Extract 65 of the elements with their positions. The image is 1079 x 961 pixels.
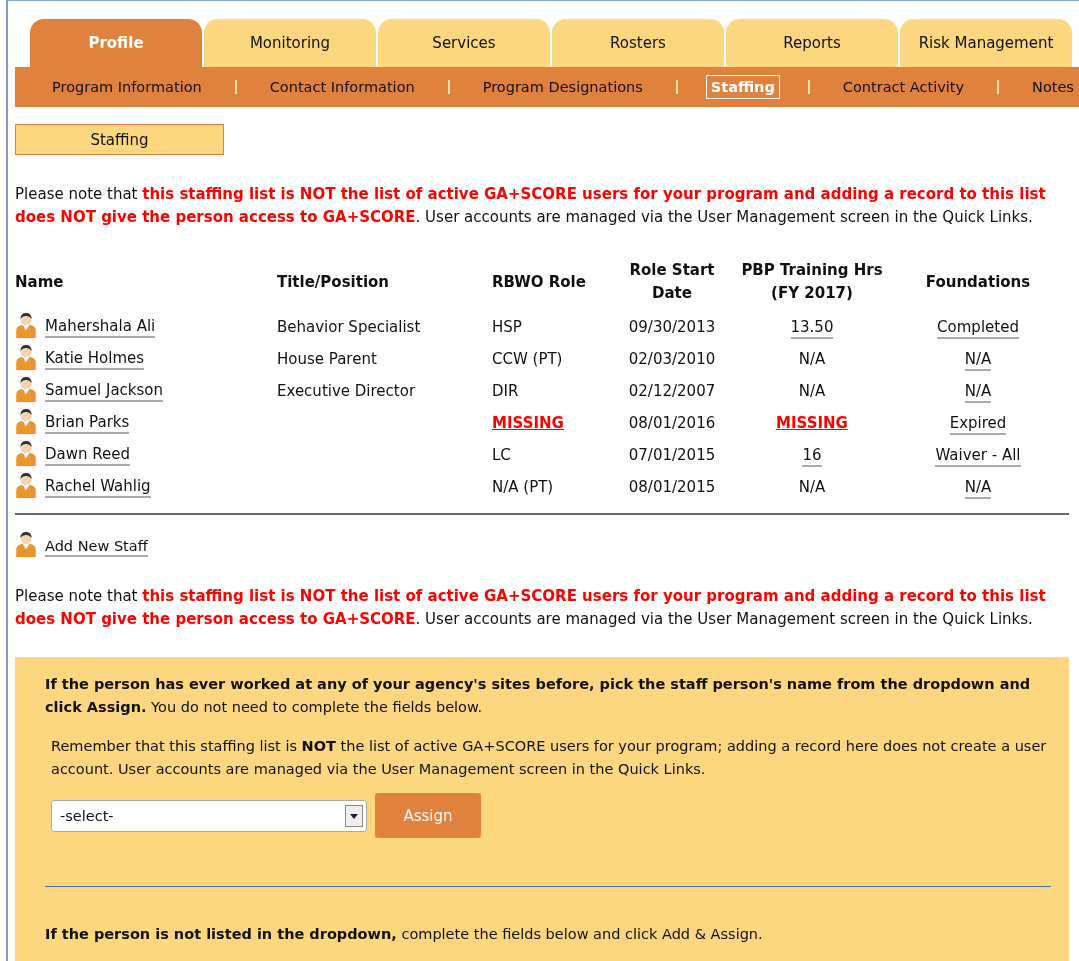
section-button[interactable]: Staffing <box>15 124 224 155</box>
person-icon <box>15 531 37 557</box>
person-icon <box>15 472 37 498</box>
instruction-text: If the person has ever worked at any of your agency's sites before, pick the staff person's name from the dropdown and click Assign. You do not need to complete the fields below. <box>45 675 1032 717</box>
table-cell[interactable]: N/A <box>964 382 992 403</box>
table-cell[interactable]: MISSING <box>492 414 564 432</box>
tab[interactable]: Risk Management <box>900 19 1072 67</box>
table-cell: LC <box>492 446 511 464</box>
sub-tab[interactable]: Notes <box>1027 75 1079 99</box>
reminder-text: Remember that this staffing list is NOT the list of active GA+SCORE users for your program; adding a record here does not create a user account. User accounts are managed via the User Management screen in the Quick Links. <box>51 737 1048 779</box>
sub-tab[interactable]: Program Designations <box>477 75 648 99</box>
table-cell[interactable]: 16 <box>802 446 822 467</box>
staff-name-link[interactable]: Samuel Jackson <box>45 381 164 402</box>
person-icon <box>15 408 37 434</box>
tab[interactable]: Monitoring <box>204 19 376 67</box>
table-cell[interactable]: N/A <box>964 350 992 371</box>
table-cell[interactable]: Waiver - All <box>935 446 1021 467</box>
column-header: Role Start Date <box>629 261 715 302</box>
person-icon <box>15 312 37 338</box>
table-cell: 08/01/2015 <box>628 478 716 496</box>
table-cell: DIR <box>492 382 519 400</box>
person-icon <box>15 440 37 466</box>
sub-tab[interactable]: Contact Information <box>264 75 420 99</box>
staff-name-link[interactable]: Mahershala Ali <box>45 317 156 338</box>
table-cell: CCW (PT) <box>492 350 563 368</box>
tab[interactable]: Rosters <box>552 19 724 67</box>
table-cell: House Parent <box>277 350 377 368</box>
column-header: PBP Training Hrs (FY 2017) <box>741 261 883 302</box>
tab[interactable]: Services <box>378 19 550 67</box>
instruction-text: If the person is not listed in the dropdown, complete the fields below and click Add & Assign. <box>45 925 764 944</box>
staff-name-link[interactable]: Katie Holmes <box>45 349 145 370</box>
person-icon <box>15 344 37 370</box>
column-header: Name <box>15 272 64 291</box>
table-cell[interactable]: Completed <box>937 318 1019 339</box>
notice-text: Please note that this staffing list is NOT the list of active GA+SCORE users for your program and adding a record to this list does NOT give the person access to GA+SCORE. User accounts are managed via the User Management screen in the Quick Links. <box>15 586 1047 630</box>
table-cell[interactable]: MISSING <box>776 414 848 432</box>
tab[interactable]: Reports <box>726 19 898 67</box>
table-cell: N/A <box>798 478 826 496</box>
column-header: Title/Position <box>277 272 389 291</box>
table-cell[interactable]: N/A <box>964 478 992 499</box>
notice-text: Please note that this staffing list is NOT the list of active GA+SCORE users for your program and adding a record to this list does NOT give the person access to GA+SCORE. User accounts are managed via the User Management screen in the Quick Links. <box>15 184 1047 228</box>
table-cell: Behavior Specialist <box>277 318 421 336</box>
table-cell: N/A <box>798 350 826 368</box>
add-staff-link[interactable]: Add New Staff <box>45 538 148 557</box>
table-cell[interactable]: Expired <box>949 414 1007 435</box>
column-header: RBWO Role <box>492 272 586 291</box>
staff-name-link[interactable]: Rachel Wahlig <box>45 477 151 498</box>
sub-tab[interactable]: Contract Activity <box>837 75 970 99</box>
table-cell: Executive Director <box>277 382 416 400</box>
table-cell: HSP <box>492 318 522 336</box>
staff-dropdown[interactable]: -select- <box>51 799 367 832</box>
table-cell: N/A (PT) <box>492 478 554 496</box>
table-cell[interactable]: 13.50 <box>790 318 834 339</box>
person-icon <box>15 376 37 402</box>
table-cell: 02/03/2010 <box>628 350 716 368</box>
table-cell: 08/01/2016 <box>628 414 716 432</box>
table-cell: N/A <box>798 382 826 400</box>
table-cell: 07/01/2015 <box>628 446 716 464</box>
sub-tab[interactable]: Program Information <box>47 75 207 99</box>
column-header: Foundations <box>925 272 1031 291</box>
table-cell: 09/30/2013 <box>628 318 716 336</box>
table-cell: 02/12/2007 <box>628 382 716 400</box>
caret-icon <box>345 804 363 827</box>
staff-name-link[interactable]: Brian Parks <box>45 413 130 434</box>
staff-name-link[interactable]: Dawn Reed <box>45 445 130 466</box>
